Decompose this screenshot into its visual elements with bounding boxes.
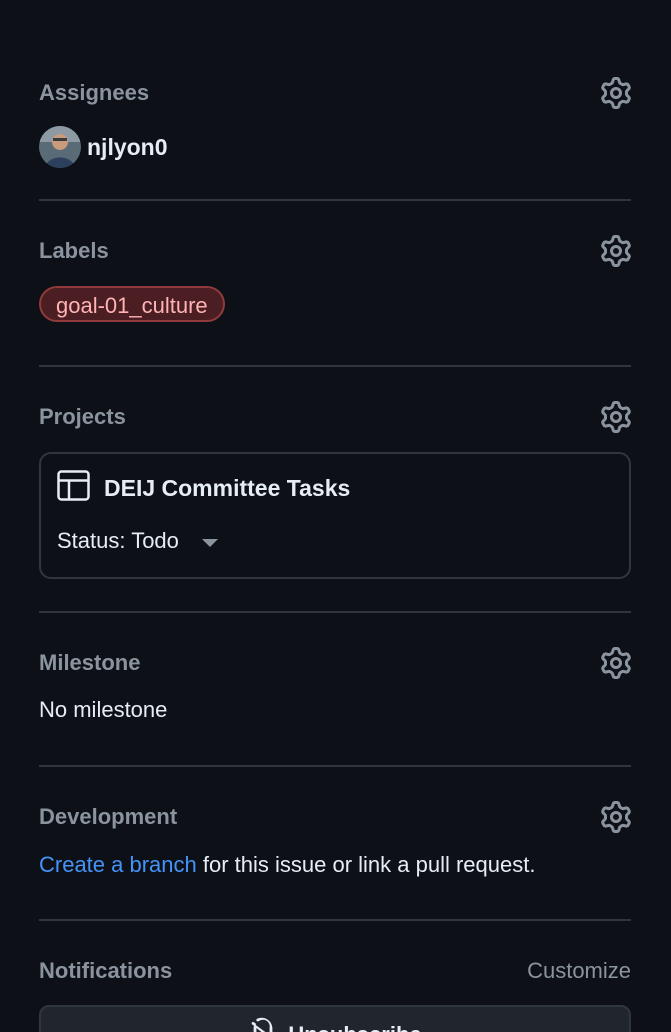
unsubscribe-label: Unsubscribe — [288, 1022, 421, 1032]
customize-link[interactable]: Customize — [527, 958, 631, 984]
notifications-title: Notifications — [39, 958, 173, 983]
notifications-section: Notifications Customize — [39, 953, 631, 989]
label-goal-01-culture[interactable]: goal-01_culture — [39, 286, 225, 322]
divider — [39, 919, 631, 921]
milestone-value: No milestone — [39, 697, 168, 722]
table-icon — [57, 470, 90, 506]
development-text: Create a branch for this issue or link a… — [39, 852, 631, 878]
notifications-header: Notifications Customize — [39, 953, 631, 989]
divider — [39, 365, 631, 367]
assignee-name: njlyon0 — [87, 133, 168, 160]
create-branch-link[interactable]: Create a branch — [39, 852, 197, 877]
divider — [39, 765, 631, 767]
assignees-gear-icon[interactable] — [599, 76, 633, 110]
project-title: DEIJ Committee Tasks — [104, 474, 351, 501]
development-rest-text: for this issue or link a pull request. — [196, 852, 536, 877]
divider — [39, 199, 631, 201]
assignees-section: Assignees njlyon0 — [39, 75, 631, 168]
divider — [39, 611, 631, 613]
chevron-down-icon — [201, 539, 218, 547]
assignee-entry[interactable]: njlyon0 — [39, 126, 631, 168]
labels-header: Labels — [39, 233, 631, 269]
labels-title: Labels — [39, 238, 109, 263]
bell-slash-icon — [248, 1017, 278, 1032]
projects-gear-icon[interactable] — [599, 400, 633, 434]
project-status-dropdown[interactable]: Status: Todo — [57, 528, 218, 554]
development-title: Development — [39, 804, 178, 829]
milestone-header: Milestone — [39, 645, 631, 681]
milestone-gear-icon[interactable] — [599, 646, 633, 680]
development-section: Development Create a branch for this iss… — [39, 799, 631, 878]
avatar — [39, 126, 81, 168]
labels-gear-icon[interactable] — [599, 234, 633, 268]
project-status-text: Status: Todo — [57, 528, 179, 553]
development-gear-icon[interactable] — [599, 800, 633, 834]
unsubscribe-button[interactable]: Unsubscribe — [39, 1005, 631, 1032]
unsubscribe-inner: Unsubscribe — [248, 1017, 422, 1032]
issue-sidebar: Assignees njlyon0 Labels goal-01_culture… — [0, 0, 671, 1032]
labels-list: goal-01_culture — [39, 286, 631, 322]
project-head[interactable]: DEIJ Committee Tasks — [57, 470, 350, 506]
project-card: DEIJ Committee Tasks Status: Todo — [39, 452, 631, 579]
projects-header: Projects — [39, 399, 631, 435]
projects-title: Projects — [39, 404, 126, 429]
development-header: Development — [39, 799, 631, 835]
assignees-header: Assignees — [39, 75, 631, 111]
milestone-section: Milestone No milestone — [39, 645, 631, 723]
projects-section: Projects DEIJ Committee Tasks Status: To… — [39, 399, 631, 579]
milestone-title: Milestone — [39, 650, 141, 675]
assignees-title: Assignees — [39, 80, 150, 105]
labels-section: Labels goal-01_culture — [39, 233, 631, 322]
